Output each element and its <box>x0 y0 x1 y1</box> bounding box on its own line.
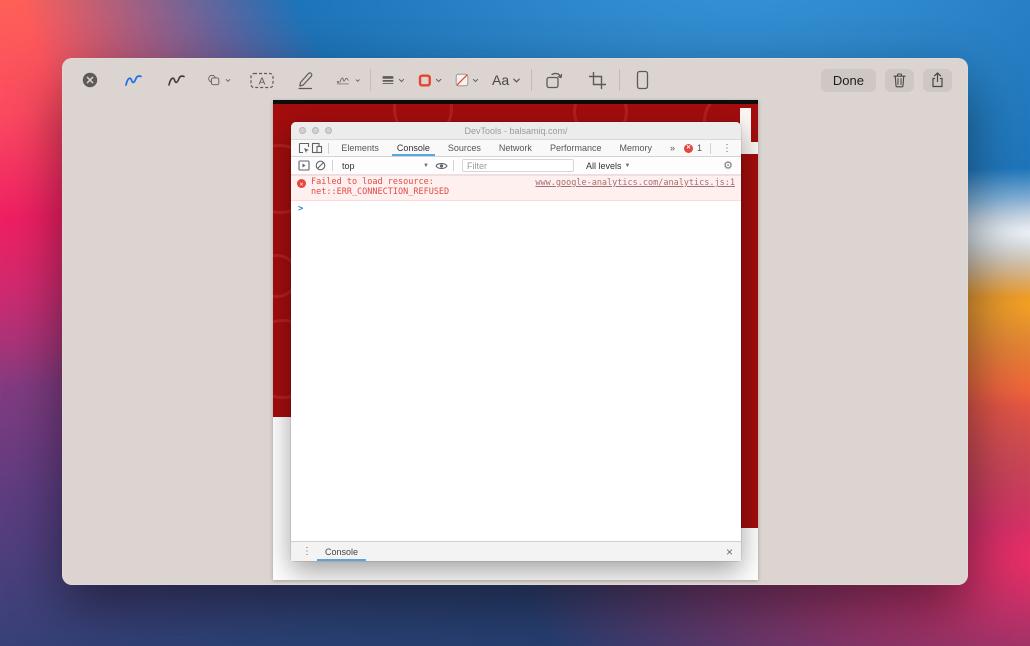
tab-performance[interactable]: Performance <box>541 140 611 156</box>
border-color-icon[interactable] <box>418 68 442 92</box>
devtools-window-title: DevTools - balsamiq.com/ <box>291 126 741 136</box>
drawer-tab-console[interactable]: Console <box>315 542 368 561</box>
error-count-badge-icon[interactable]: ✕ <box>684 144 693 153</box>
crop-icon[interactable] <box>585 68 609 92</box>
log-level-select[interactable]: All levels ▼ <box>586 161 630 171</box>
tab-sources[interactable]: Sources <box>439 140 490 156</box>
chevron-down-icon <box>355 76 360 85</box>
close-icon[interactable] <box>78 68 102 92</box>
javascript-context-select[interactable]: top ▼ <box>337 161 433 171</box>
toolbar-divider <box>531 69 532 91</box>
toolbar-divider <box>453 160 454 171</box>
shapes-icon[interactable] <box>207 68 231 92</box>
signature-icon[interactable] <box>336 68 360 92</box>
chevron-down-icon <box>435 76 442 85</box>
share-icon <box>931 72 944 88</box>
fill-color-icon[interactable] <box>455 68 479 92</box>
filter-input[interactable] <box>462 159 574 172</box>
tab-elements[interactable]: Elements <box>332 140 388 156</box>
markup-toolbar: A Aa <box>62 58 968 102</box>
inspect-element-icon[interactable] <box>297 141 310 155</box>
chevron-down-icon <box>472 76 479 85</box>
chevron-down-icon <box>512 76 521 85</box>
tab-memory[interactable]: Memory <box>610 140 661 156</box>
error-count: 1 <box>697 143 702 153</box>
dropdown-arrow-icon: ▼ <box>625 163 631 169</box>
text-style-icon[interactable]: Aa <box>492 68 521 92</box>
prompt-chevron-icon: > <box>298 204 303 214</box>
drawer-close-icon[interactable]: × <box>726 545 733 559</box>
device-toolbar-icon[interactable] <box>310 141 323 155</box>
stroke-weight-icon[interactable] <box>381 68 405 92</box>
toolbar-divider <box>619 69 620 91</box>
rotate-icon[interactable] <box>542 68 566 92</box>
console-toolbar: top ▼ All levels ▼ ⚙ <box>291 157 741 175</box>
webpage-red-hero-right <box>741 104 758 528</box>
screenshot-markup-window: A Aa <box>62 58 968 585</box>
toolbar-right-group: Done <box>821 69 952 92</box>
svg-text:A: A <box>259 76 266 87</box>
trash-button[interactable] <box>885 69 914 92</box>
toolbar-divider <box>332 160 333 171</box>
devtools-tabbar: Elements Console Sources Network Perform… <box>291 140 741 157</box>
console-error-message: ✕ Failed to load resource: net::ERR_CONN… <box>291 175 741 201</box>
device-icon[interactable] <box>630 68 654 92</box>
devtools-window: DevTools - balsamiq.com/ Elements Consol… <box>291 122 741 561</box>
drawer-menu-kebab-icon[interactable]: ⋮ <box>299 546 315 557</box>
more-tabs-button[interactable]: » <box>661 140 684 156</box>
text-style-label: Aa <box>492 72 509 88</box>
tabbar-divider <box>710 143 711 154</box>
chevron-down-icon <box>398 76 405 85</box>
trash-icon <box>893 73 906 88</box>
devtools-drawer: ⋮ Console × <box>291 541 741 561</box>
sketch-pen-blue-icon[interactable] <box>121 68 145 92</box>
error-source-link[interactable]: www.google-analytics.com/analytics.js:1 <box>535 178 735 197</box>
clear-console-icon[interactable] <box>312 159 328 173</box>
share-button[interactable] <box>923 69 952 92</box>
done-button[interactable]: Done <box>821 69 876 92</box>
chevron-down-icon <box>225 76 231 85</box>
tab-console[interactable]: Console <box>388 140 439 156</box>
text-box-icon[interactable]: A <box>250 68 274 92</box>
console-sidebar-toggle-icon[interactable] <box>296 159 312 173</box>
sketch-pen-icon[interactable] <box>164 68 188 92</box>
live-expression-eye-icon[interactable] <box>433 159 449 173</box>
tabbar-divider <box>328 143 329 154</box>
error-icon: ✕ <box>297 179 306 188</box>
dropdown-arrow-icon: ▼ <box>423 163 433 169</box>
toolbar-divider <box>370 69 371 91</box>
devtools-titlebar[interactable]: DevTools - balsamiq.com/ <box>291 122 741 140</box>
captured-screenshot: DevTools - balsamiq.com/ Elements Consol… <box>273 100 758 580</box>
error-text: Failed to load resource: net::ERR_CONNEC… <box>311 178 449 197</box>
devtools-menu-kebab-icon[interactable]: ⋮ <box>719 143 735 154</box>
tab-network[interactable]: Network <box>490 140 541 156</box>
console-settings-gear-icon[interactable]: ⚙ <box>723 159 736 172</box>
console-prompt[interactable]: > <box>291 201 741 214</box>
highlight-pencil-icon[interactable] <box>293 68 317 92</box>
